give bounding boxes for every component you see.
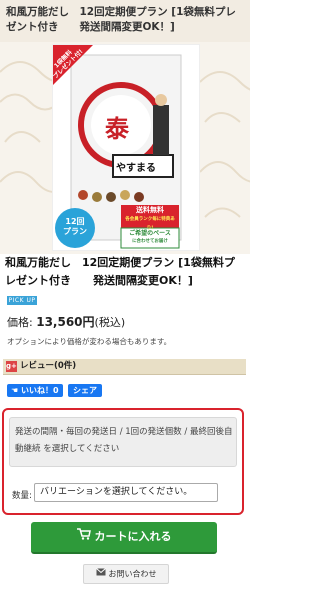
plan-word: プラン — [63, 227, 87, 236]
brand-name: やすまる — [116, 163, 156, 174]
price-value: 13,560円 — [36, 315, 95, 329]
free-shipping-text: 送料無料 — [136, 206, 164, 214]
page-header: 和風万能だし 12回定期便プラン [1袋無料プレゼント付き 発送間隔変更OK！] — [0, 0, 250, 43]
inquiry-label: お問い合わせ — [108, 569, 157, 579]
brand-kanji: 泰 — [105, 115, 129, 143]
product-title: 和風万能だし 12回定期便プラン [1袋無料プレゼント付き 発送間隔変更OK！] — [5, 256, 235, 287]
price-label: 価格: — [7, 316, 33, 329]
free-shipping-box: 送料無料 各会員ランク毎に特典あり! — [123, 206, 177, 233]
price-row: 価格: 13,560円(税込) — [7, 313, 125, 330]
pickup-badge: PICK UP — [7, 296, 37, 305]
review-icon: g+ — [6, 361, 17, 372]
price-tax: (税込) — [94, 316, 126, 329]
plan-circle-text: 12回 プラン — [59, 217, 91, 237]
facebook-like-button[interactable]: ☚ いいね！0 — [7, 384, 63, 397]
header-title: 和風万能だし 12回定期便プラン [1袋無料プレゼント付き 発送間隔変更OK！] — [6, 6, 236, 33]
shipping-options-select[interactable]: 発送の間隔・毎回の発送日 / 1回の発送個数 / 最終回後自動継続 を選択してく… — [9, 417, 237, 467]
shipping-options-text: 発送の間隔・毎回の発送日 / 1回の発送個数 / 最終回後自動継続 を選択してく… — [15, 427, 233, 454]
plan-number: 12回 — [65, 217, 85, 226]
review-count[interactable]: レビュー(0件) — [20, 360, 76, 373]
facebook-share-button[interactable]: シェア — [68, 384, 102, 397]
pace-line-2: に合わせてお届け — [132, 239, 168, 244]
thumbs-up-icon: ☚ — [11, 386, 19, 395]
price-note: オプションにより価格が変わる場合もあります。 — [7, 337, 172, 346]
add-to-cart-button[interactable]: カートに入れる — [31, 522, 217, 554]
mail-icon — [95, 565, 106, 583]
pace-box: ご希望のペース に合わせてお届け — [123, 230, 177, 246]
like-label: いいね！0 — [20, 386, 59, 395]
options-panel: 発送の間隔・毎回の発送日 / 1回の発送個数 / 最終回後自動継続 を選択してく… — [2, 408, 244, 515]
add-to-cart-label: カートに入れる — [94, 530, 172, 543]
product-image[interactable]: 1袋無料 プレゼント付! 泰 やすまる 12回 プラン 送料無料 各会員ランク毎… — [52, 45, 199, 250]
pace-line-1: ご希望のペース — [129, 230, 171, 237]
cart-icon — [76, 522, 91, 552]
inquiry-button[interactable]: お問い合わせ — [83, 564, 169, 584]
review-bar[interactable]: g+ レビュー(0件) — [3, 359, 246, 375]
quantity-label: 数量: — [12, 491, 32, 501]
variation-select[interactable]: バリエーションを選択してください。 — [34, 483, 218, 502]
